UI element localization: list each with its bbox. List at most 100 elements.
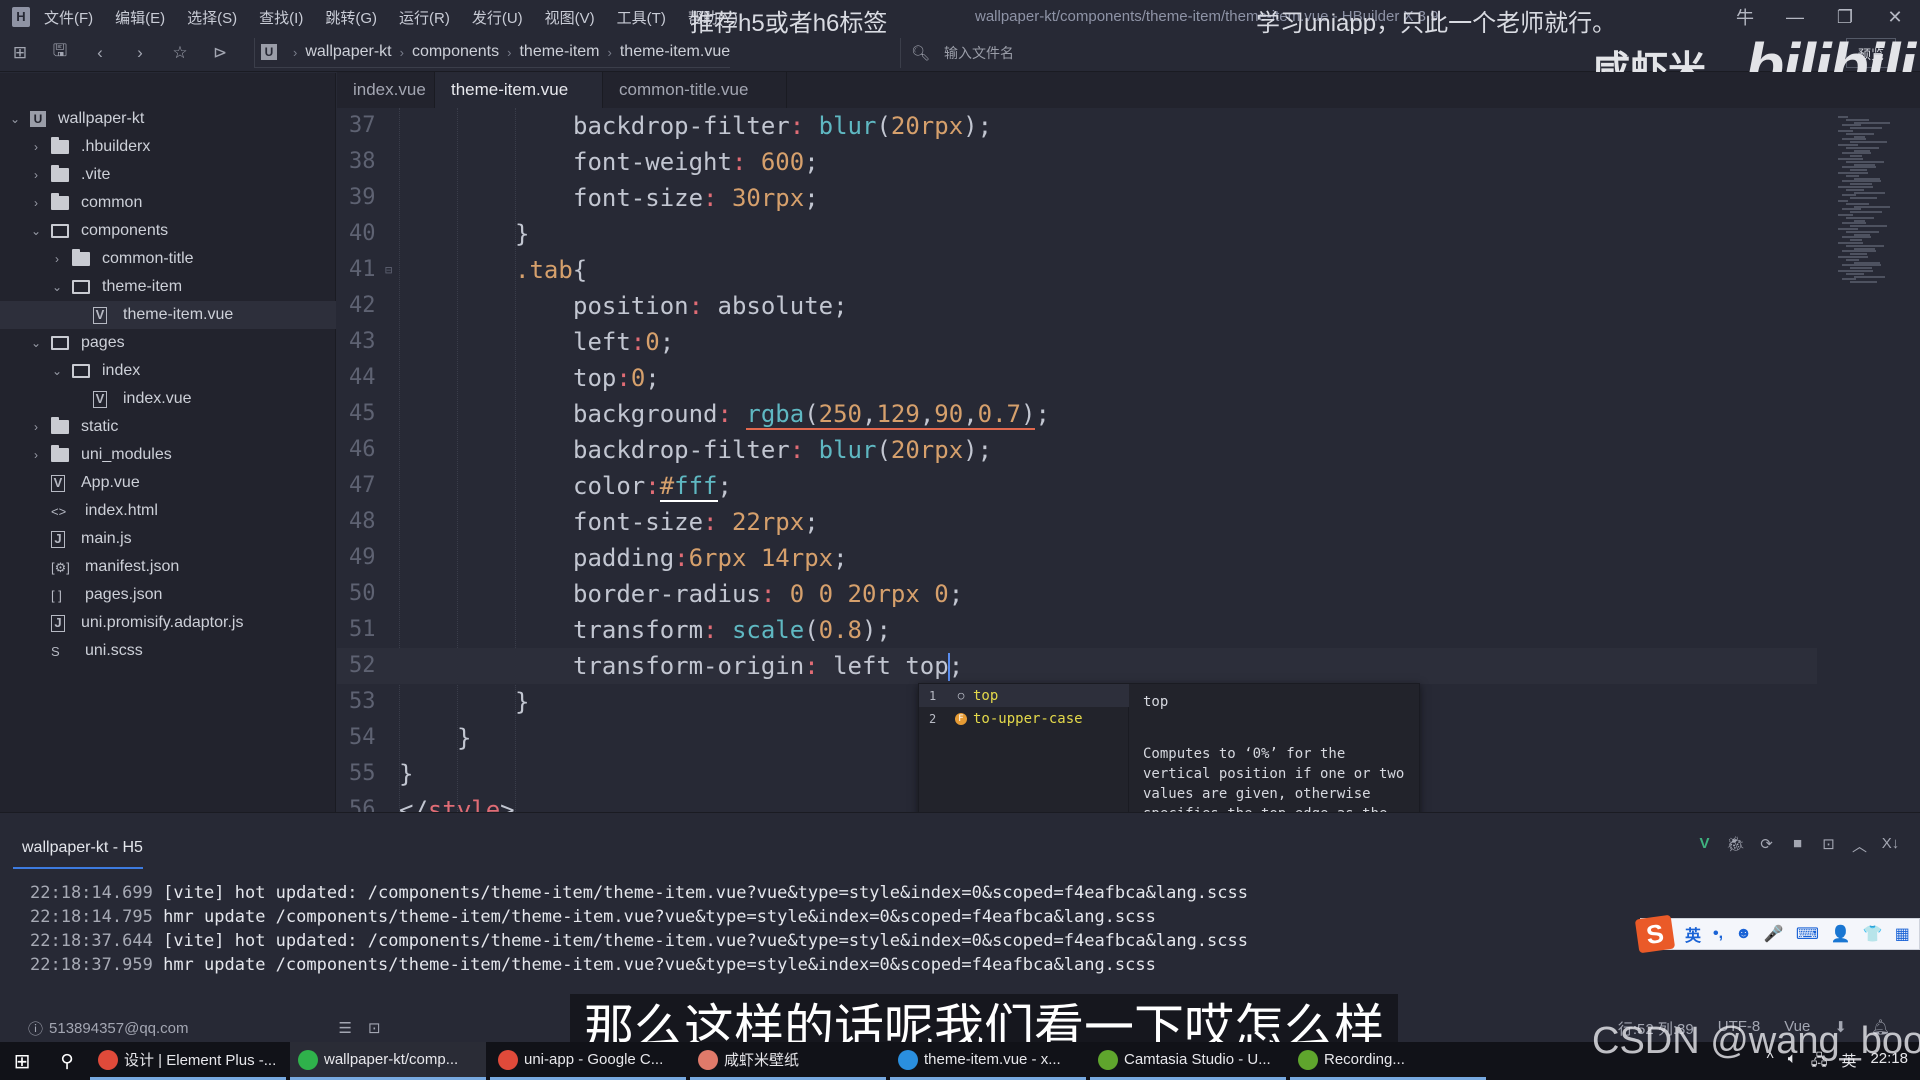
- code-line[interactable]: 49 padding:6rpx 14rpx;: [337, 540, 1817, 576]
- code-line[interactable]: 45 background: rgba(250,129,90,0.7);: [337, 396, 1817, 432]
- tree-item[interactable]: Juni.promisify.adaptor.js: [0, 609, 336, 637]
- tree-item[interactable]: Suni.scss: [0, 637, 336, 665]
- tree-item[interactable]: Vindex.vue: [0, 385, 336, 413]
- menu-item[interactable]: 编辑(E): [115, 7, 165, 28]
- outline-icon[interactable]: ☰: [339, 1019, 352, 1037]
- taskbar-app[interactable]: theme-item.vue - x...: [890, 1042, 1086, 1080]
- maximize-button[interactable]: ❐: [1820, 7, 1870, 28]
- menu-item[interactable]: 文件(F): [44, 7, 93, 28]
- ime-keyboard-icon[interactable]: ⌨: [1796, 924, 1819, 944]
- menu-item[interactable]: 视图(V): [545, 7, 595, 28]
- new-file-icon[interactable]: ⊞: [0, 43, 40, 63]
- ime-punct-icon[interactable]: •,: [1713, 925, 1723, 943]
- star-icon[interactable]: ☆: [160, 43, 200, 63]
- taskbar-app[interactable]: Recording...: [1290, 1042, 1486, 1080]
- tab-common-title-vue[interactable]: common-title.vue: [603, 72, 787, 108]
- back-icon[interactable]: ‹: [80, 43, 120, 63]
- tree-item[interactable]: ⌄ theme-item: [0, 273, 336, 301]
- tree-item[interactable]: Vtheme-item.vue: [0, 301, 336, 329]
- taskbar-app[interactable]: 咸虾米壁纸: [690, 1042, 886, 1080]
- minimize-button[interactable]: —: [1770, 7, 1820, 28]
- menu-item[interactable]: 选择(S): [187, 7, 237, 28]
- taskbar-app[interactable]: wallpaper-kt/comp...: [290, 1042, 486, 1080]
- ime-user-icon[interactable]: 👤: [1831, 924, 1851, 944]
- tree-item[interactable]: › .hbuilderx: [0, 133, 336, 161]
- breadcrumb-item[interactable]: components: [412, 43, 499, 61]
- ime-menu-icon[interactable]: ▦: [1895, 924, 1910, 944]
- code-line[interactable]: 47 color:#fff;: [337, 468, 1817, 504]
- code-line[interactable]: 46 backdrop-filter: blur(20rpx);: [337, 432, 1817, 468]
- code-line[interactable]: 40}: [337, 216, 1817, 252]
- breadcrumb-item[interactable]: theme-item: [519, 43, 599, 61]
- console-tab[interactable]: wallpaper-kt - H5: [13, 835, 143, 869]
- tree-item[interactable]: › .vite: [0, 161, 336, 189]
- search-icon[interactable]: ⚲: [44, 1051, 90, 1072]
- taskbar-app[interactable]: uni-app - Google C...: [490, 1042, 686, 1080]
- tree-item[interactable]: [ ] pages.json: [0, 581, 336, 609]
- code-token: 129: [876, 400, 920, 428]
- taskbar-app[interactable]: 设计 | Element Plus -...: [90, 1042, 286, 1080]
- menu-item[interactable]: 跳转(G): [325, 7, 377, 28]
- code-line[interactable]: 52 transform-origin: left top;: [337, 648, 1817, 684]
- tree-item[interactable]: ⌄ index: [0, 357, 336, 385]
- ime-voice-icon[interactable]: 🎤: [1764, 924, 1784, 944]
- tree-item[interactable]: › common-title: [0, 245, 336, 273]
- restart-icon[interactable]: ⟳: [1751, 835, 1782, 856]
- tree-item[interactable]: ⌄ pages: [0, 329, 336, 357]
- ime-emoji-icon[interactable]: ☻: [1735, 925, 1752, 943]
- code-line[interactable]: 43 left:0;: [337, 324, 1817, 360]
- menu-item[interactable]: 工具(T): [617, 7, 666, 28]
- new-terminal-icon[interactable]: ⊡: [1813, 835, 1844, 856]
- status-user[interactable]: ⓘ 513894357@qq.com: [28, 1018, 189, 1039]
- vue-icon[interactable]: V: [1689, 835, 1720, 856]
- code-line[interactable]: 37 backdrop-filter: blur(20rpx);: [337, 108, 1817, 144]
- terminal-icon[interactable]: ⊡: [368, 1019, 381, 1037]
- run-icon[interactable]: ⊳: [200, 43, 240, 63]
- fold-toggle-icon[interactable]: ⊟: [385, 252, 392, 288]
- ime-lang-toggle[interactable]: 英: [1685, 922, 1701, 946]
- close-button[interactable]: ✕: [1870, 7, 1920, 28]
- sogou-logo-icon[interactable]: S: [1634, 914, 1676, 954]
- code-line[interactable]: 48 font-size: 22rpx;: [337, 504, 1817, 540]
- windows-start-icon[interactable]: ⊞: [0, 1049, 44, 1074]
- tree-item[interactable]: [⚙] manifest.json: [0, 553, 336, 581]
- code-line[interactable]: 39 font-size: 30rpx;: [337, 180, 1817, 216]
- tree-item[interactable]: › common: [0, 189, 336, 217]
- collapse-up-icon[interactable]: ︿: [1844, 835, 1875, 856]
- code-token: }: [457, 724, 472, 752]
- tree-item[interactable]: Jmain.js: [0, 525, 336, 553]
- save-icon[interactable]: 🖫: [40, 38, 80, 67]
- code-line[interactable]: 38 font-weight: 600;: [337, 144, 1817, 180]
- menu-item[interactable]: 查找(I): [259, 7, 303, 28]
- tree-item[interactable]: › static: [0, 413, 336, 441]
- code-line[interactable]: 50 border-radius: 0 0 20rpx 0;: [337, 576, 1817, 612]
- code-line[interactable]: 41 ⊟ .tab{: [337, 252, 1817, 288]
- tab-index-vue[interactable]: index.vue: [337, 72, 435, 108]
- tree-item[interactable]: <> index.html: [0, 497, 336, 525]
- tree-item[interactable]: ⌄ Uwallpaper-kt: [0, 105, 336, 133]
- minimap[interactable]: [1808, 108, 1920, 288]
- tree-item[interactable]: ⌄ components: [0, 217, 336, 245]
- folder-icon: [51, 165, 69, 182]
- tree-item[interactable]: › uni_modules: [0, 441, 336, 469]
- code-line[interactable]: 51 transform: scale(0.8);: [337, 612, 1817, 648]
- breadcrumb-item[interactable]: wallpaper-kt: [305, 43, 391, 61]
- clear-scroll-icon[interactable]: X↓: [1875, 835, 1906, 856]
- code-line[interactable]: 44 top:0;: [337, 360, 1817, 396]
- code-token: 250: [818, 400, 863, 428]
- debug-icon[interactable]: 🐞︎: [1720, 835, 1751, 856]
- breadcrumb-item[interactable]: theme-item.vue: [620, 43, 730, 61]
- tab-theme-item-vue[interactable]: theme-item.vue: [435, 72, 603, 108]
- taskbar-app[interactable]: Camtasia Studio - U...: [1090, 1042, 1286, 1080]
- ime-skin-icon[interactable]: 👕: [1863, 924, 1883, 944]
- menu-item[interactable]: 运行(R): [399, 7, 450, 28]
- pin-icon[interactable]: 牛: [1720, 4, 1770, 30]
- autocomplete-item[interactable]: 1 ○ top: [919, 684, 1129, 707]
- forward-icon[interactable]: ›: [120, 43, 160, 63]
- line-number: 52: [349, 653, 376, 678]
- menu-item[interactable]: 发行(U): [472, 7, 523, 28]
- stop-icon[interactable]: ■: [1782, 835, 1813, 856]
- code-line[interactable]: 42 position: absolute;: [337, 288, 1817, 324]
- autocomplete-item[interactable]: 2 F to-upper-case: [919, 707, 1129, 730]
- tree-item[interactable]: V App.vue: [0, 469, 336, 497]
